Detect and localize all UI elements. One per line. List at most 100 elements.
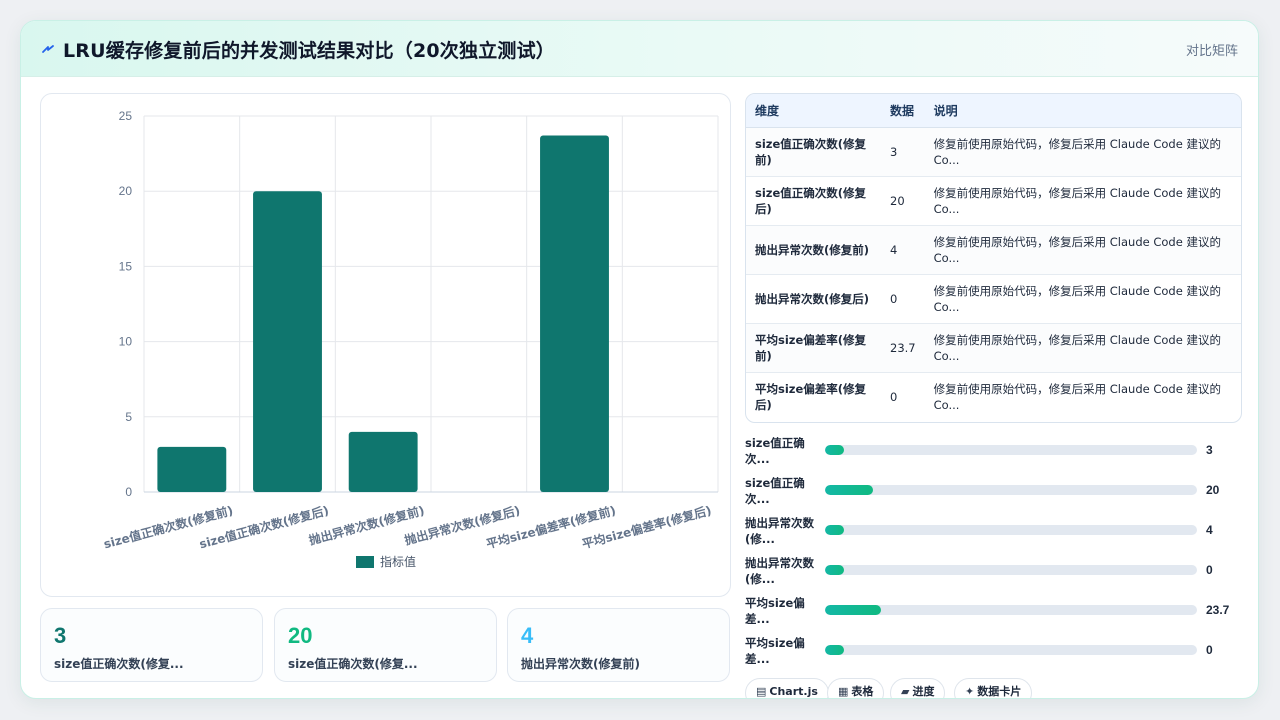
cell-dimension: 抛出异常次数(修复前) — [746, 225, 881, 275]
stat-label: size值正确次数(修复... — [54, 657, 184, 671]
column-header-dimension: 维度 — [746, 94, 881, 128]
progress-track — [825, 565, 1197, 575]
column-header-description: 说明 — [924, 94, 1241, 128]
progress-value: 23.7 — [1206, 603, 1230, 617]
stat-value: 20 — [288, 623, 313, 648]
table-header-row: 维度 数据 说明 — [746, 94, 1241, 128]
comparison-matrix-link[interactable]: 对比矩阵 — [1186, 40, 1238, 59]
progress-row: size值正确次... 3 — [745, 433, 1242, 473]
cell-description: 修复前使用原始代码，修复后采用 Claude Code 建议的 Co... — [924, 225, 1241, 275]
cell-description: 修复前使用原始代码，修复后采用 Claude Code 建议的 Co... — [924, 274, 1241, 324]
bar — [253, 191, 322, 492]
cell-dimension: 平均size偏差率(修复前) — [746, 323, 881, 373]
cell-description: 修复前使用原始代码，修复后采用 Claude Code 建议的 Co... — [933, 381, 1221, 412]
sparkle-icon: ✦ — [965, 685, 975, 698]
progress-fill — [825, 525, 844, 535]
cell-dimension: 抛出异常次数(修复后) — [746, 274, 881, 324]
dashboard-card: LRU缓存修复前后的并发测试结果对比（20次独立测试） 对比矩阵 0 5 10 15 2… — [20, 20, 1259, 699]
table-row: 抛出异常次数(修复后) 0 修复前使用原始代码，修复后采用 Claude Cod… — [746, 274, 1241, 324]
tab-data-cards[interactable]: ✦ 数据卡片 — [954, 678, 1033, 698]
progress-row: 抛出异常次数(修... 0 — [745, 553, 1242, 593]
progress-fill — [825, 485, 874, 495]
stat-value: 4 — [521, 623, 534, 648]
cell-description: 修复前使用原始代码，修复后采用 Claude Code 建议的 Co... — [924, 127, 1241, 177]
y-tick-label: 25 — [119, 109, 133, 123]
y-tick-label: 0 — [125, 485, 132, 499]
cell-dimension: size值正确次数(修复后) — [746, 176, 881, 226]
progress-fill — [825, 565, 844, 575]
progress-value: 4 — [1206, 523, 1213, 537]
table-row: 抛出异常次数(修复前) 4 修复前使用原始代码，修复后采用 Claude Cod… — [746, 225, 1241, 275]
progress-row: 平均size偏差... 0 — [745, 633, 1242, 673]
progress-value: 0 — [1206, 643, 1213, 657]
progress-list: size值正确次... 3 size值正确次... 20 抛出异常次数(修...… — [745, 433, 1242, 673]
progress-label: 抛出异常次数(修... — [745, 556, 814, 586]
cell-value: 23.7 — [881, 323, 925, 373]
progress-track — [825, 605, 1197, 615]
progress-fill — [825, 645, 844, 655]
chart-icon: ▤ — [756, 685, 767, 698]
stat-card-3: 4 抛出异常次数(修复前) — [507, 608, 730, 682]
progress-label: 抛出异常次数(修... — [745, 516, 814, 546]
progress-value: 0 — [1206, 563, 1213, 577]
progress-fill — [825, 605, 881, 615]
progress-row: 抛出异常次数(修... 4 — [745, 513, 1242, 553]
column-header-data: 数据 — [881, 94, 925, 128]
stat-label: 抛出异常次数(修复前) — [521, 657, 640, 671]
cell-value: 20 — [881, 176, 925, 226]
tab-label: 数据卡片 — [977, 685, 1022, 698]
bar — [348, 431, 418, 492]
y-tick-label: 5 — [125, 410, 132, 424]
data-table: 维度 数据 说明 size值正确次数(修复前) 3 修复前使用原始代码，修复后采… — [745, 93, 1242, 423]
tab-chartjs[interactable]: ▤ Chart.js — [745, 678, 829, 698]
progress-row: 平均size偏差... 23.7 — [745, 593, 1242, 633]
y-tick-label: 20 — [119, 184, 133, 198]
header-bar: LRU缓存修复前后的并发测试结果对比（20次独立测试） 对比矩阵 — [21, 21, 1258, 77]
progress-value: 20 — [1206, 483, 1220, 497]
cell-value: 3 — [881, 127, 925, 177]
progress-track — [825, 485, 1197, 495]
stat-card-1: 3 size值正确次数(修复... — [40, 608, 263, 682]
table-row: 平均size偏差率(修复后) 0 修复前使用原始代码，修复后采用 Claude … — [746, 372, 1241, 421]
progress-value: 3 — [1206, 443, 1213, 457]
cell-description: 修复前使用原始代码，修复后采用 Claude Code 建议的 Co... — [924, 176, 1241, 226]
progress-icon: ▰ — [901, 685, 910, 698]
bar-chart: 0510152025size值正确次数(修复前)size值正确次数(修复后)抛出… — [102, 109, 719, 569]
table-row: size值正确次数(修复后) 20 修复前使用原始代码，修复后采用 Claude… — [746, 176, 1241, 226]
page-title: LRU缓存修复前后的并发测试结果对比（20次独立测试） — [63, 40, 556, 62]
progress-track — [825, 645, 1197, 655]
legend-swatch — [356, 556, 374, 568]
tab-label: 表格 — [851, 685, 874, 698]
stat-value: 3 — [54, 623, 67, 648]
progress-fill — [825, 445, 844, 455]
cell-description: 修复前使用原始代码，修复后采用 Claude Code 建议的 Co... — [924, 323, 1241, 373]
table-row: size值正确次数(修复前) 3 修复前使用原始代码，修复后采用 Claude … — [746, 127, 1241, 177]
tab-progress[interactable]: ▰ 进度 — [890, 678, 946, 698]
progress-track — [825, 445, 1197, 455]
legend-label: 指标值 — [380, 554, 416, 569]
progress-label: size值正确次... — [745, 436, 805, 466]
cell-dimension: size值正确次数(修复前) — [746, 127, 881, 177]
tab-label: 进度 — [912, 685, 935, 698]
lightning-bolt-icon — [42, 45, 54, 53]
progress-label: size值正确次... — [745, 476, 805, 506]
bar — [157, 446, 227, 492]
cell-value: 0 — [890, 389, 898, 404]
stat-card-2: 20 size值正确次数(修复... — [274, 608, 497, 682]
bar — [540, 135, 609, 492]
tab-table[interactable]: ▦ 表格 — [827, 678, 885, 698]
table-row: 平均size偏差率(修复前) 23.7 修复前使用原始代码，修复后采用 Clau… — [746, 323, 1241, 373]
y-tick-label: 10 — [119, 335, 133, 349]
tab-label: Chart.js — [769, 685, 818, 698]
y-tick-label: 15 — [119, 259, 133, 273]
stat-label: size值正确次数(修复... — [288, 657, 418, 671]
table-icon: ▦ — [838, 685, 849, 698]
cell-dimension: 平均size偏差率(修复后) — [755, 381, 867, 412]
progress-label: 平均size偏差... — [745, 596, 805, 626]
progress-row: size值正确次... 20 — [745, 473, 1242, 513]
progress-track — [825, 525, 1197, 535]
cell-value: 4 — [881, 225, 925, 275]
progress-label: 平均size偏差... — [745, 636, 805, 666]
cell-value: 0 — [881, 274, 925, 324]
bar-chart-panel: 0 5 10 15 20 25 size值正确次数(修复前) size值正确次数(修复后) 抛出… — [40, 93, 731, 597]
